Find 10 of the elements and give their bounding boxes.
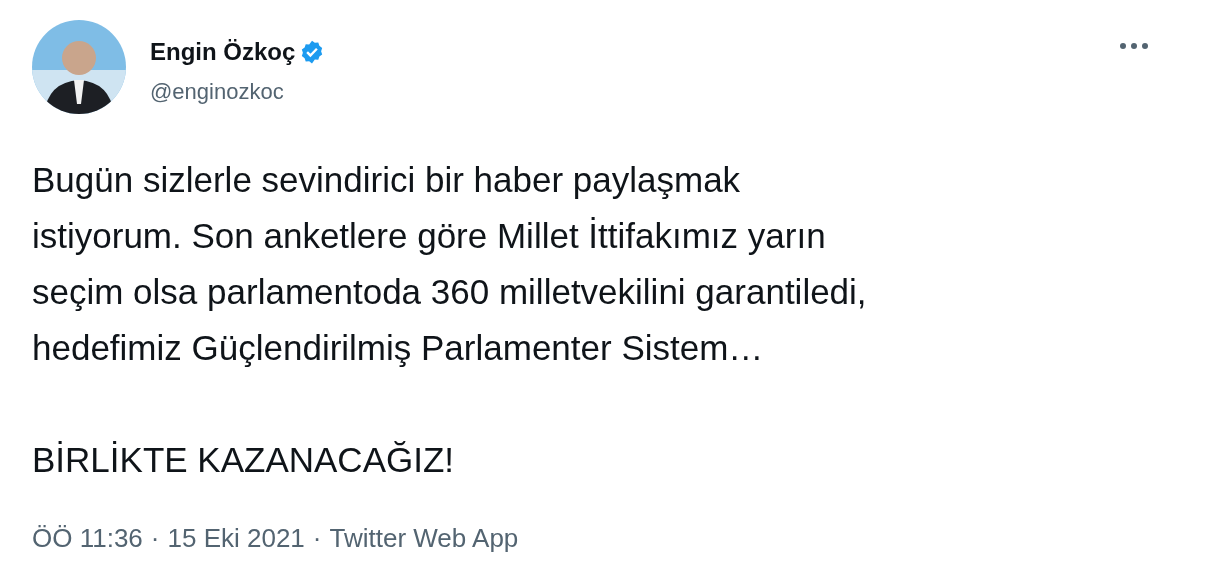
separator-dot: ·	[150, 522, 160, 554]
more-icon[interactable]	[1119, 42, 1149, 50]
separator-dot: ·	[312, 522, 322, 554]
tweet-date: 15 Eki 2021	[167, 522, 305, 554]
tweet-text: BİRLİKTE KAZANACAĞIZ!	[32, 439, 455, 481]
author-handle[interactable]: @enginozkoc	[150, 78, 326, 106]
tweet-time[interactable]: ÖÖ 11:36	[32, 522, 143, 554]
source-link[interactable]: Twitter Web App	[329, 522, 519, 554]
tweet-text: Bugün sizlerle sevindirici bir haber paylaşmak istiyorum. Son anketlere göre Millet İttifakımız yarın seçim olsa parlamentoda 360 milletvekilini garantiledi, hedefimiz Güçlendirilmiş Parlamenter Sistem…	[32, 159, 867, 369]
author-name[interactable]: Engin Özkoç	[150, 38, 296, 66]
